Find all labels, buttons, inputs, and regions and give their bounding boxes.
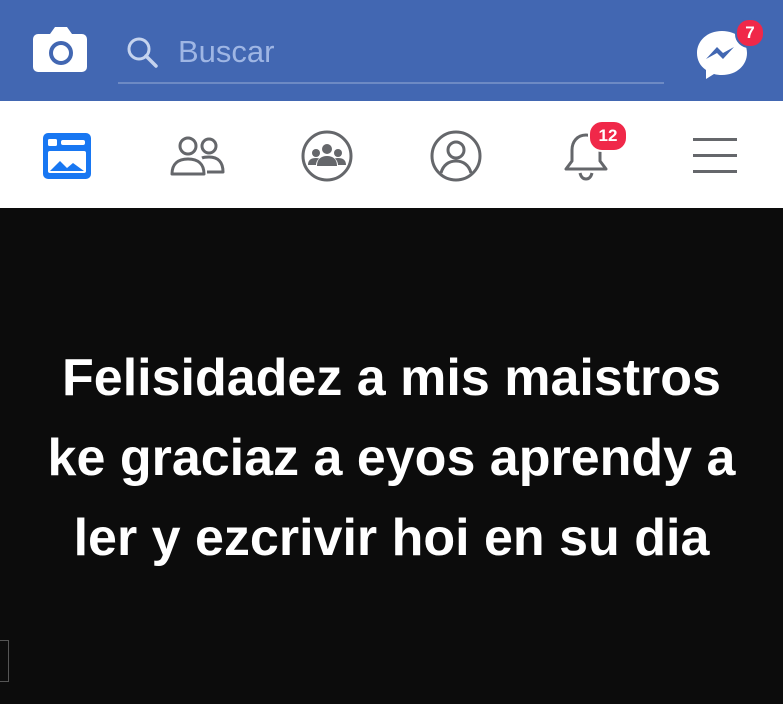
edge-handle <box>0 640 9 682</box>
menu-icon <box>693 138 737 173</box>
search-bar[interactable] <box>118 24 664 84</box>
search-underline <box>118 82 664 84</box>
profile-icon <box>430 130 482 182</box>
groups-icon <box>301 130 353 182</box>
nav-bar <box>0 101 783 208</box>
post-card: Felisidadez a mis maistros ke graciaz a … <box>0 208 783 704</box>
post-text: Felisidadez a mis maistros ke graciaz a … <box>47 349 736 567</box>
top-bar <box>0 0 783 101</box>
messenger-badge: 7 <box>735 18 765 48</box>
nav-profile[interactable] <box>425 125 487 187</box>
search-input[interactable] <box>178 30 648 74</box>
nav-groups[interactable] <box>296 125 358 187</box>
friends-icon <box>170 136 225 176</box>
nav-friends[interactable] <box>166 125 228 187</box>
search-icon <box>127 37 158 68</box>
camera-icon[interactable] <box>30 22 90 77</box>
nav-menu[interactable] <box>684 125 746 187</box>
nav-news-feed[interactable] <box>36 125 98 187</box>
notifications-badge: 12 <box>588 120 628 152</box>
news-feed-icon <box>43 133 91 179</box>
